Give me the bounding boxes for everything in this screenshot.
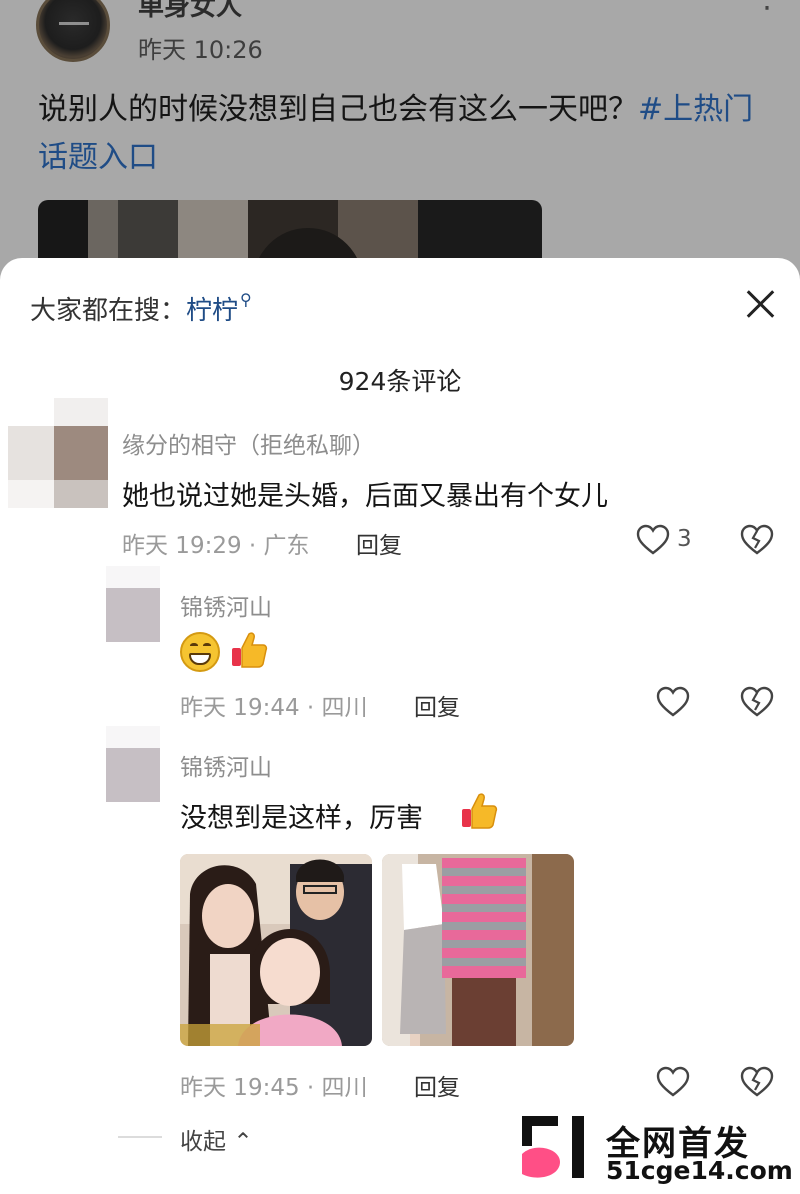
watermark-logo [522,1116,584,1178]
post-body: 说别人的时候没想到自己也会有这么一天吧？ [38,92,638,127]
comment-text-body: 没想到是这样，厉害 [180,803,423,834]
photo-family-image [180,854,372,1046]
chevron-up-icon: ⌃ [233,1129,253,1155]
comment-count: 924条评论 [338,367,462,396]
reply-button[interactable]: 回复 [414,1068,460,1102]
reply-button[interactable]: 回复 [356,526,402,560]
heart-icon[interactable] [656,686,690,718]
comment-photo-1[interactable] [180,854,372,1046]
broken-heart-icon[interactable] [740,524,774,556]
divider [118,1136,162,1138]
post-text: 说别人的时候没想到自己也会有这么一天吧？#上热门话题入口 [38,86,768,182]
comment-text[interactable]: 没想到是这样，厉害 [180,796,423,835]
more-icon[interactable]: ⋮ [752,0,784,15]
broken-heart-icon[interactable] [740,1066,774,1098]
comment-text[interactable]: 她也说过她是头婚，后面又暴出有个女儿 [122,474,608,513]
grin-emoji [180,632,220,672]
watermark-url: 51cge14.com [606,1156,793,1185]
comment-meta: 昨天 19:45 · 四川 [180,1075,368,1101]
heart-icon[interactable] [636,524,670,556]
photo-couple-image [382,854,574,1046]
trending-search-term[interactable]: 柠柠 [186,296,238,326]
broken-heart-icon[interactable] [740,686,774,718]
comment-sheet: 大家都在搜：柠柠 ⚲ 924条评论 缘分的相守（拒绝私聊） 她也说过她是头婚，后面… [0,258,800,1194]
comment-author[interactable]: 缘分的相守（拒绝私聊） [122,426,375,460]
comment-photo-2[interactable] [382,854,574,1046]
post-author-avatar[interactable] [36,0,110,62]
collapse-replies-button[interactable]: 收起 ⌃ [180,1122,253,1156]
search-icon: ⚲ [240,290,252,309]
thumbs-up-emoji [462,793,498,829]
background-post: 单身女人 昨天 10:26 ⋮ 说别人的时候没想到自己也会有这么一天吧？#上热门… [0,0,800,270]
thumbs-up-emoji [232,632,268,668]
post-time: 昨天 10:26 [138,36,263,64]
comment-meta: 昨天 19:29 · 广东 [122,533,310,559]
post-author-name[interactable]: 单身女人 [138,0,242,23]
close-icon[interactable] [742,286,778,322]
comment-author[interactable]: 锦锈河山 [180,588,272,622]
reply-button[interactable]: 回复 [414,688,460,722]
trending-search[interactable]: 大家都在搜：柠柠 ⚲ [30,290,252,327]
avatar[interactable] [106,726,160,802]
collapse-label: 收起 [180,1129,226,1155]
comment-meta: 昨天 19:44 · 四川 [180,695,368,721]
trending-search-prefix: 大家都在搜： [30,296,187,326]
heart-icon[interactable] [656,1066,690,1098]
comment-author[interactable]: 锦锈河山 [180,748,272,782]
like-count: 3 [677,526,692,552]
avatar[interactable] [8,398,108,508]
avatar[interactable] [106,566,160,642]
